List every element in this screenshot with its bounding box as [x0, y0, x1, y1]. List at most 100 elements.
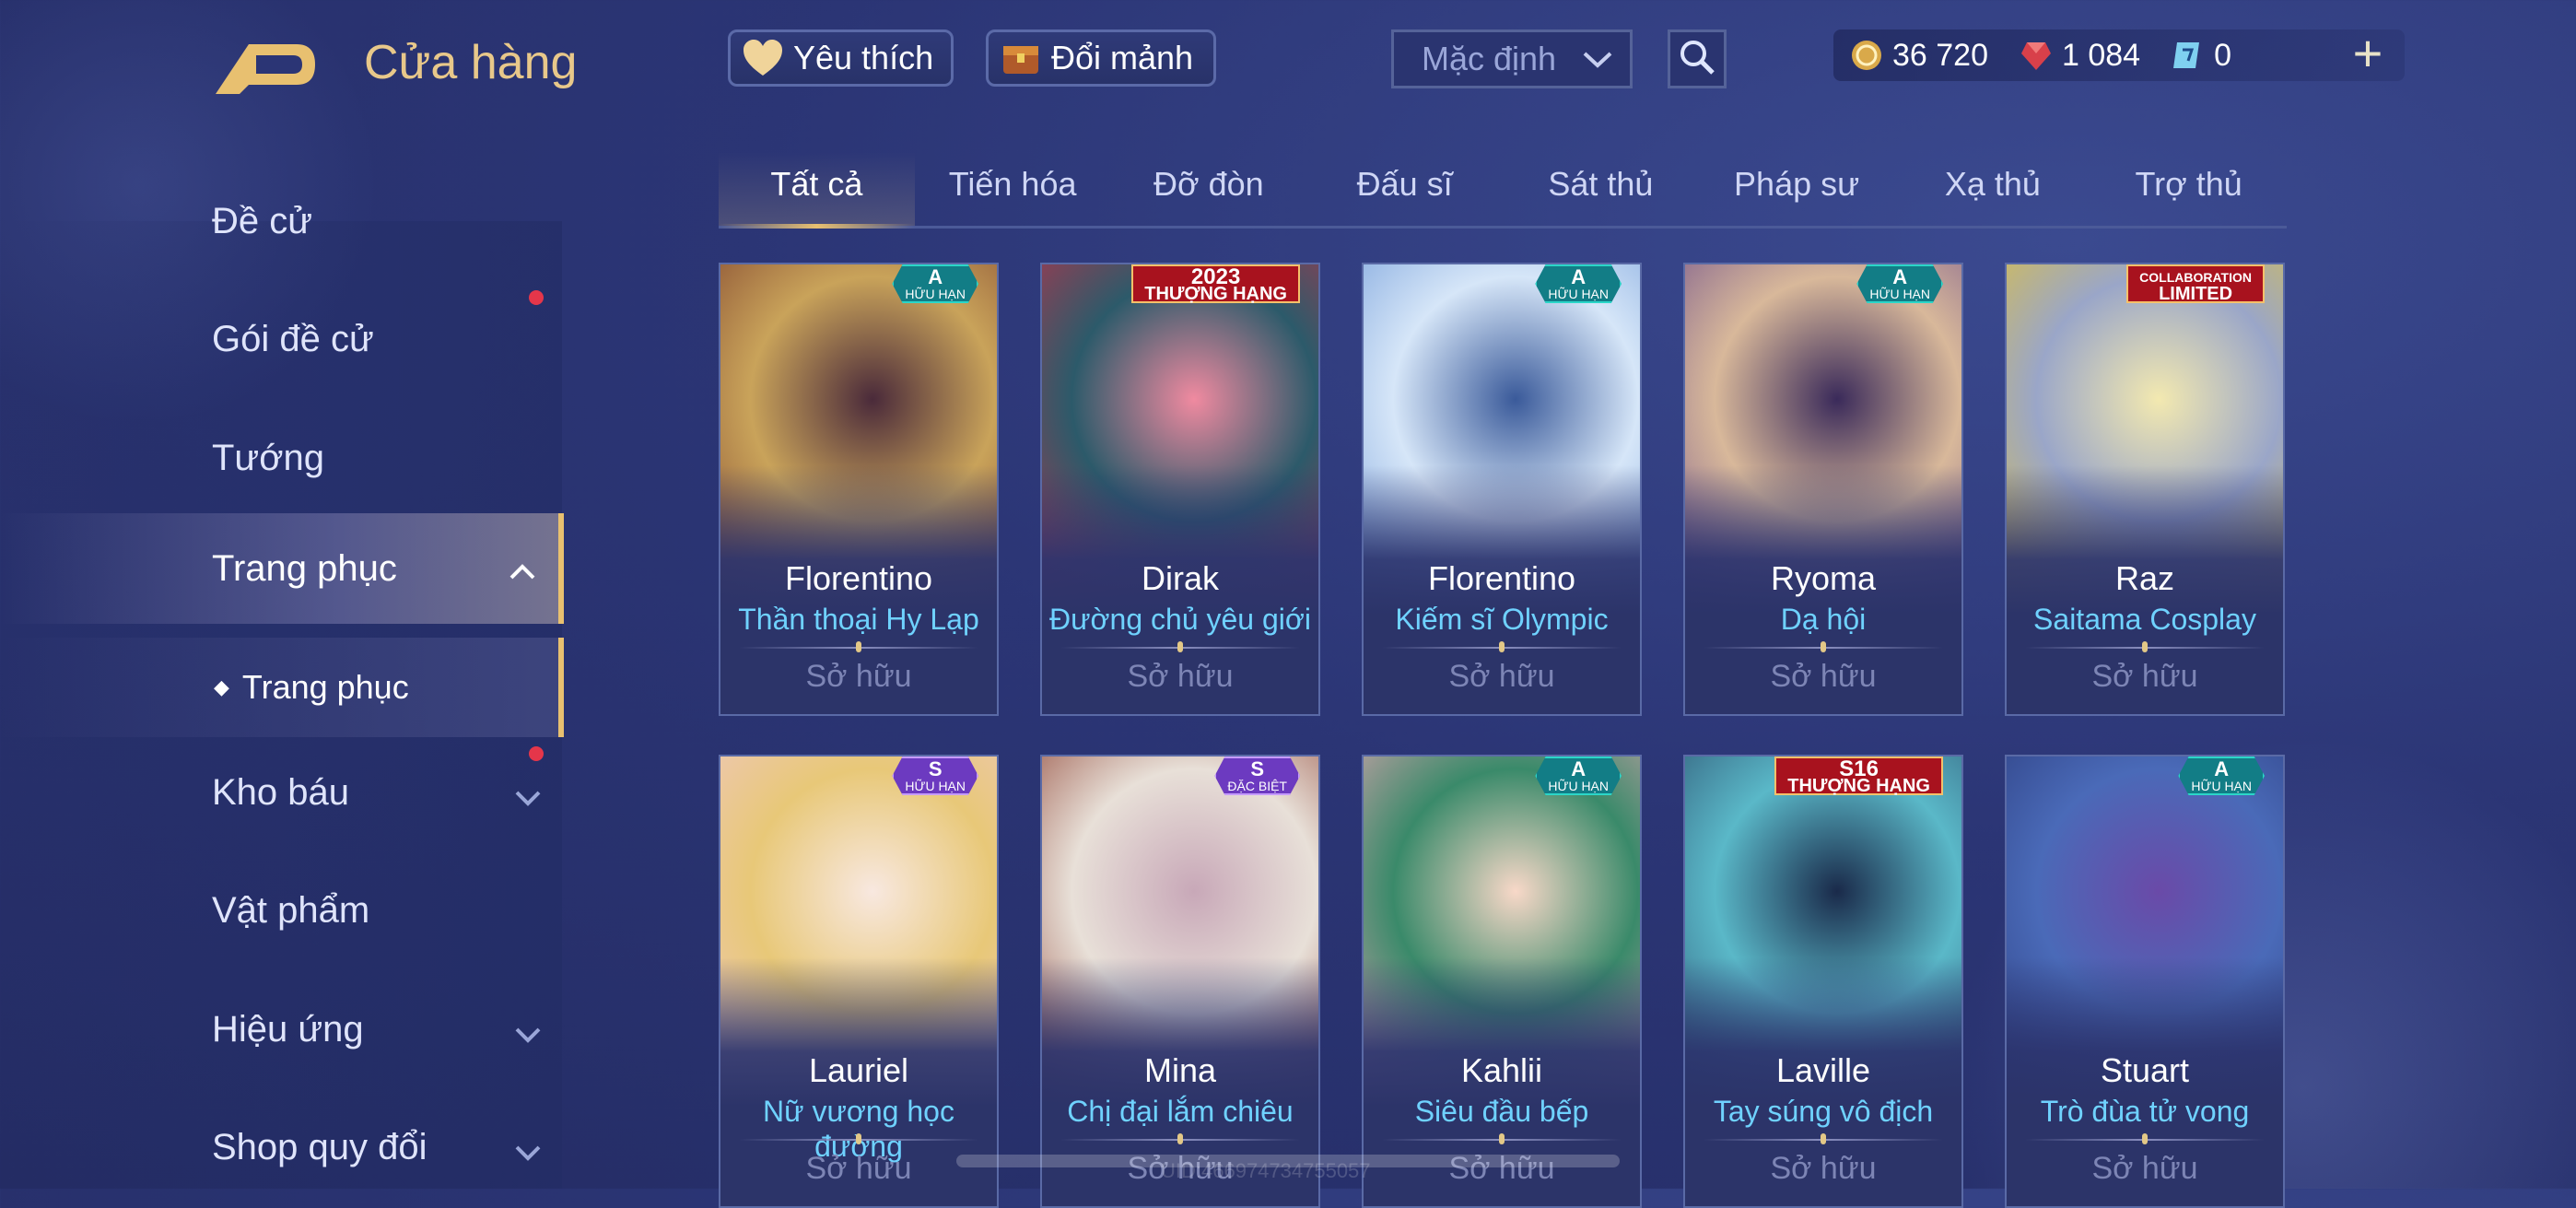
skin-card[interactable]: S HỮU HẠN Lauriel Nữ vương học đường Sở hữu [719, 755, 999, 1208]
hero-name: Kahlii [1460, 1051, 1543, 1089]
uid-watermark: UID:466974734755057 [1161, 1159, 1371, 1182]
search-button[interactable] [1668, 29, 1727, 88]
currency-gold: 36 720 [1850, 38, 1988, 74]
card-divider [1704, 1139, 1943, 1141]
skin-name: Siêu đầu bếp [1414, 1095, 1589, 1128]
rarity-badge: S16 THƯỢNG HẠNG [1774, 756, 1943, 795]
skin-card[interactable]: A HỮU HẠN Stuart Trò đùa tử vong Sở hữu [2005, 755, 2285, 1208]
sidebar-item-exchange-shop[interactable]: Shop quy đổi [0, 1092, 564, 1202]
badge-label: ĐẶC BIỆT [1227, 778, 1287, 793]
skin-card[interactable]: 2023 THƯỢNG HẠNG Dirak Đường chủ yêu giới Sở… [1040, 263, 1320, 716]
owned-status: Sở hữu [1448, 659, 1555, 694]
sidebar-item-label: Gói đề cử [212, 318, 374, 359]
tab-evolution[interactable]: Tiến hóa [915, 152, 1111, 226]
rarity-badge: A HỮU HẠN [1535, 264, 1622, 303]
skin-card[interactable]: S ĐẶC BIỆT Mina Chị đại lắm chiêu Sở hữu [1040, 755, 1320, 1208]
sidebar: Đề cử Gói đề cử Tướng Trang phục ◆ Trang… [0, 166, 564, 1189]
chevron-down-icon [514, 779, 542, 806]
search-icon [1678, 38, 1716, 81]
skin-name: Saitama Cosplay [2033, 603, 2256, 636]
owned-status: Sở hữu [805, 659, 912, 694]
tab-fighter[interactable]: Đấu sĩ [1306, 152, 1503, 226]
sort-value: Mặc định [1422, 40, 1557, 77]
badge-label: THƯỢNG HẠNG [1787, 775, 1930, 796]
favorite-button[interactable]: Yêu thích [728, 29, 954, 87]
owned-status: Sở hữu [1770, 1151, 1877, 1186]
skin-card[interactable]: A HỮU HẠN Kahlii Siêu đầu bếp Sở hữu [1362, 755, 1642, 1208]
owned-status: Sở hữu [1127, 659, 1234, 694]
hero-name: Laville [1775, 1051, 1871, 1089]
gem-amount: 1 084 [2062, 37, 2141, 73]
sort-dropdown[interactable]: Mặc định [1391, 29, 1633, 88]
badge-tier: A [2214, 756, 2230, 780]
badge-label: HỮU HẠN [905, 778, 966, 793]
sidebar-subitem-skins[interactable]: ◆ Trang phục [0, 638, 564, 737]
sidebar-item-effects[interactable]: Hiệu ứng [0, 974, 564, 1085]
exchange-fragment-label: Đổi mảnh [1051, 39, 1194, 76]
badge-label: THƯỢNG HẠNG [1144, 283, 1287, 304]
hero-name: Mina [1143, 1051, 1217, 1089]
sidebar-item-heroes[interactable]: Tướng [0, 403, 564, 513]
skin-card[interactable]: A HỮU HẠN Florentino Thần thoại Hy Lạp Sở hữ… [719, 263, 999, 716]
page-title: Cửa hàng [364, 36, 578, 89]
skin-card[interactable]: S16 THƯỢNG HẠNG Laville Tay súng vô địch Sở … [1683, 755, 1963, 1208]
chevron-down-icon [514, 1015, 542, 1043]
rarity-badge: S ĐẶC BIỆT [1214, 756, 1300, 795]
skin-card[interactable]: COLLABORATION LIMITED Raz Saitama Cosplay Sở… [2005, 263, 2285, 716]
tab-all[interactable]: Tất cả [719, 152, 915, 229]
back-button[interactable] [212, 37, 322, 101]
diamond-bullet-icon: ◆ [214, 675, 229, 698]
chest-icon [998, 35, 1044, 81]
favorite-label: Yêu thích [793, 39, 934, 76]
heart-icon [740, 35, 786, 81]
hero-name: Raz [2114, 559, 2175, 597]
exchange-fragment-button[interactable]: Đổi mảnh [986, 29, 1216, 87]
tab-mage[interactable]: Pháp sư [1699, 152, 1895, 226]
chevron-down-icon [514, 1133, 542, 1161]
rarity-badge: A HỮU HẠN [1535, 756, 1622, 795]
sidebar-item-skins[interactable]: Trang phục [0, 513, 564, 624]
owned-status: Sở hữu [2091, 1151, 2198, 1186]
badge-tier: A [928, 264, 943, 288]
skin-name: Trò đùa tử vong [2040, 1095, 2250, 1128]
tab-assassin[interactable]: Sát thủ [1503, 152, 1699, 226]
card-divider [2025, 647, 2265, 649]
hero-name: Stuart [2100, 1051, 2190, 1089]
sidebar-item-label: Hiệu ứng [212, 1008, 364, 1050]
sidebar-item-recommended[interactable]: Đề cử [0, 166, 564, 276]
badge-label: LIMITED [2159, 283, 2233, 304]
sidebar-item-treasure[interactable]: Kho báu [0, 737, 564, 848]
skin-name: Đường chủ yêu giới [1049, 603, 1311, 636]
badge-tier: S [1250, 756, 1265, 780]
add-currency-button[interactable]: + [2340, 28, 2395, 83]
gold-coin-icon [1850, 39, 1883, 72]
badge-tier: A [1571, 756, 1587, 780]
red-gem-icon [2020, 39, 2053, 72]
back-arrow-icon [216, 44, 315, 94]
currency-voucher: 0 [2172, 38, 2231, 74]
category-tabs: Tất cả Tiến hóa Đỡ đòn Đấu sĩ Sát thủ Ph… [719, 152, 2287, 229]
rarity-badge: A HỮU HẠN [2178, 756, 2265, 795]
tab-support[interactable]: Trợ thủ [2090, 152, 2287, 226]
skin-name: Dạ hội [1780, 603, 1867, 636]
voucher-amount: 0 [2214, 37, 2232, 73]
sidebar-item-recommended-packs[interactable]: Gói đề cử [0, 284, 564, 394]
tab-tank[interactable]: Đỡ đòn [1111, 152, 1307, 226]
owned-status: Sở hữu [805, 1151, 912, 1186]
sidebar-subitem-label: Trang phục [241, 668, 409, 706]
card-divider [739, 1139, 978, 1141]
skin-card[interactable]: A HỮU HẠN Florentino Kiếm sĩ Olympic Sở hữu [1362, 263, 1642, 716]
badge-label: HỮU HẠN [1548, 778, 1609, 793]
card-divider [2025, 1139, 2265, 1141]
skin-card[interactable]: A HỮU HẠN Ryoma Dạ hội Sở hữu [1683, 263, 1963, 716]
skin-name: Tay súng vô địch [1713, 1095, 1934, 1128]
notification-dot [529, 290, 544, 305]
sidebar-item-items[interactable]: Vật phẩm [0, 855, 564, 966]
rarity-badge: A HỮU HẠN [1856, 264, 1943, 303]
sidebar-item-label: Trang phục [212, 547, 397, 589]
rarity-badge: S HỮU HẠN [892, 756, 978, 795]
plus-icon: + [2352, 24, 2383, 82]
skin-name: Kiếm sĩ Olympic [1395, 603, 1609, 636]
tab-marksman[interactable]: Xạ thủ [1895, 152, 2091, 226]
sidebar-item-label: Kho báu [212, 771, 350, 813]
